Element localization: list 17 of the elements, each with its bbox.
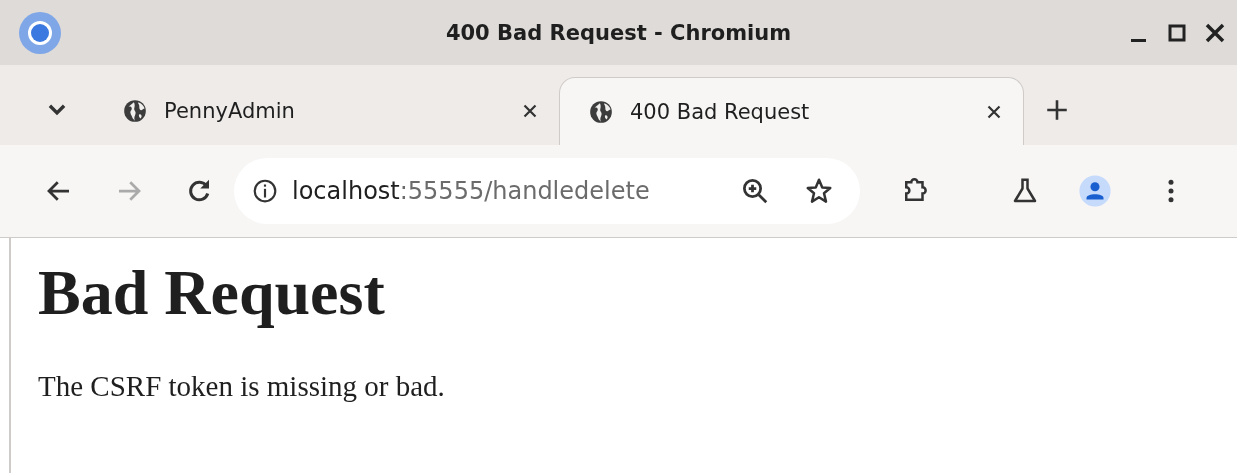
url-text: localhost:55555/handledelete xyxy=(292,177,650,205)
page-heading: Bad Request xyxy=(38,256,385,330)
error-message: The CSRF token is missing or bad. xyxy=(38,370,446,403)
browser-logo-icon xyxy=(18,10,62,55)
globe-icon xyxy=(588,98,614,125)
address-bar[interactable]: localhost:55555/handledelete xyxy=(234,158,860,224)
zoom-in-icon[interactable] xyxy=(740,176,770,206)
globe-icon xyxy=(122,98,148,124)
window-title: 400 Bad Request - Chromium xyxy=(445,20,792,45)
browser-tab[interactable]: 400 Bad Request xyxy=(559,77,1024,145)
profile-avatar-icon[interactable] xyxy=(1078,174,1112,208)
star-icon[interactable] xyxy=(804,176,834,206)
tab-title: PennyAdmin xyxy=(164,99,295,123)
browser-tab[interactable]: PennyAdmin xyxy=(94,77,559,145)
new-tab-icon[interactable] xyxy=(1044,97,1070,123)
info-icon[interactable] xyxy=(252,178,278,204)
tab-title: 400 Bad Request xyxy=(630,99,810,124)
